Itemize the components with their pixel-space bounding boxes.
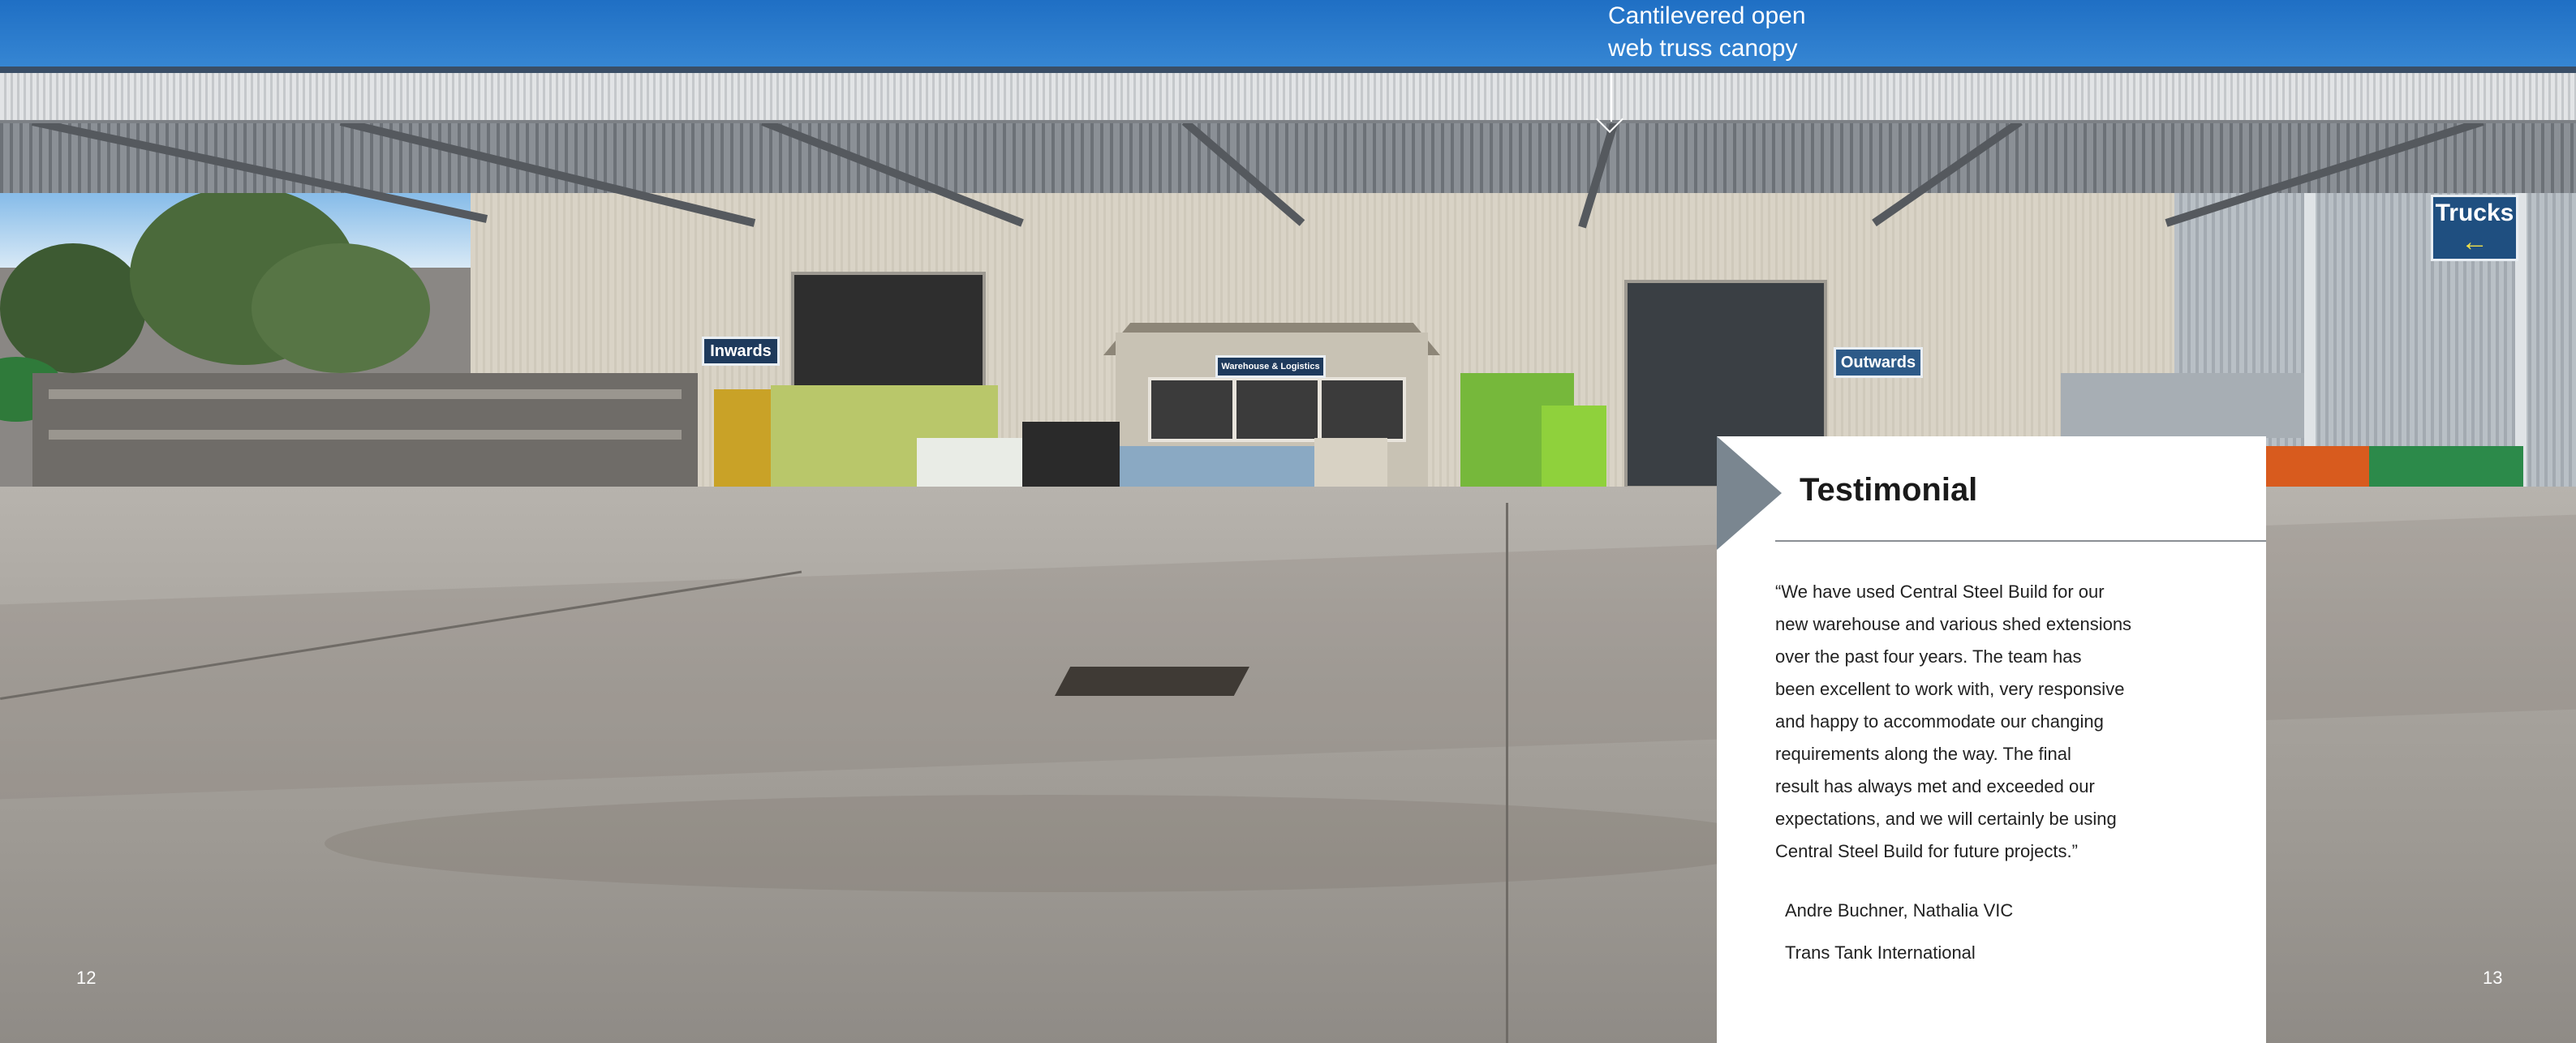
heading-divider [1775,540,2266,542]
canopy-caption: Cantilevered open web truss canopy [1608,2,1806,62]
triangle-marker-icon [1717,436,1782,550]
testimonial-heading: Testimonial [1800,472,1978,508]
concrete-stain [325,795,1785,892]
canopy-fascia [0,67,2576,73]
canopy-trusses [31,118,2484,229]
slab-joint [1506,503,1508,1043]
testimonial-company: Trans Tank International [1785,942,1976,963]
testimonial-quote: “We have used Central Steel Build for ou… [1775,582,2132,861]
page-number-left: 12 [76,968,97,988]
page-number-right: 13 [2483,968,2503,988]
canopy-roof [0,68,2576,123]
drain-grate [1055,667,1249,696]
testimonial-card: Testimonial “We have used Central Steel … [1717,436,2266,1043]
testimonial-author: Andre Buchner, Nathalia VIC [1785,900,2014,921]
